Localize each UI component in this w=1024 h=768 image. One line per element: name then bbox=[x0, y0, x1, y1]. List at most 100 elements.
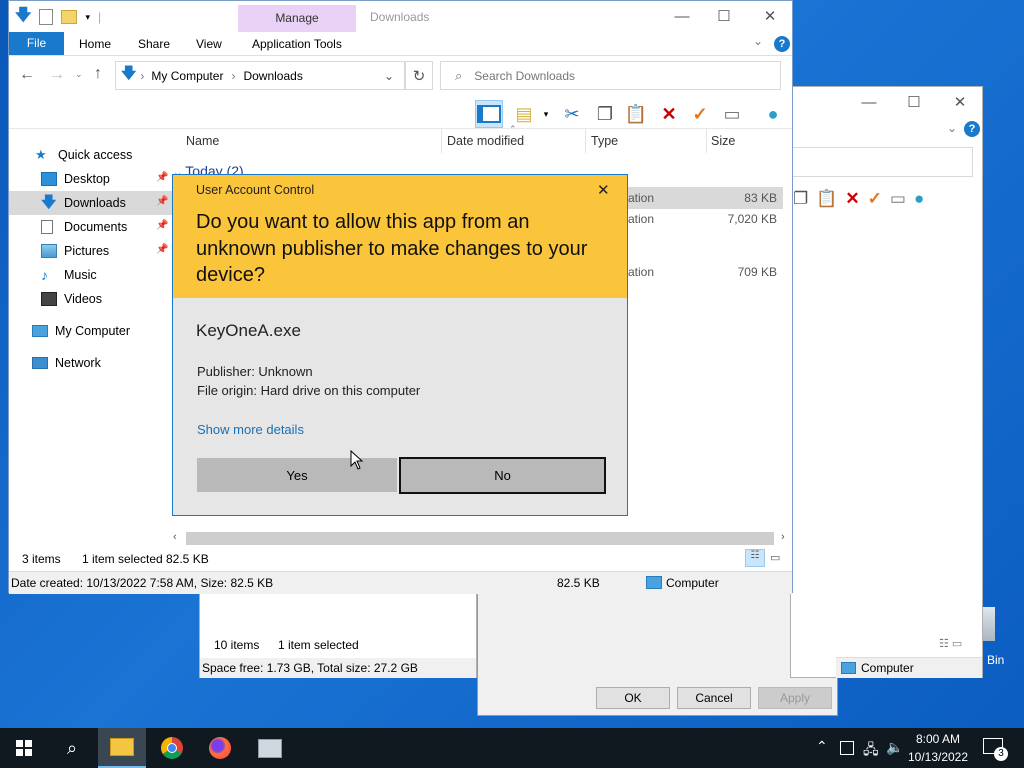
publisher-text: Publisher: Unknown bbox=[197, 364, 313, 379]
preview-pane-icon[interactable] bbox=[475, 100, 503, 128]
checkmark-icon[interactable]: ✓ bbox=[868, 189, 882, 209]
properties-icon[interactable] bbox=[39, 9, 54, 25]
close-icon[interactable]: ✕ bbox=[937, 87, 983, 117]
back-arrow-icon[interactable]: ← bbox=[19, 66, 35, 84]
cancel-button[interactable]: Cancel bbox=[677, 687, 751, 709]
nav-quick-access[interactable]: ★ Quick access bbox=[9, 143, 172, 167]
close-icon[interactable]: ✕ bbox=[597, 181, 610, 199]
yes-button[interactable]: Yes bbox=[197, 458, 397, 492]
tab-view[interactable]: View bbox=[196, 37, 222, 51]
recycle-bin-icon[interactable] bbox=[983, 607, 995, 641]
pin-icon[interactable]: 📌 bbox=[156, 173, 168, 183]
paste-icon[interactable]: 📋 bbox=[816, 189, 837, 209]
column-name[interactable]: Name bbox=[186, 134, 219, 148]
uac-question: Do you want to allow this app from an un… bbox=[196, 211, 588, 286]
cut-icon[interactable]: ✂ bbox=[560, 102, 584, 126]
selected-count: 1 item selected bbox=[278, 638, 359, 652]
column-date-modified[interactable]: Date modified bbox=[447, 134, 524, 148]
nav-network[interactable]: Network bbox=[9, 351, 172, 375]
copy-icon[interactable]: ❐ bbox=[793, 189, 808, 209]
checkmark-icon[interactable]: ✓ bbox=[688, 102, 712, 126]
minimize-icon[interactable]: — bbox=[659, 1, 705, 31]
nav-my-computer[interactable]: My Computer bbox=[9, 319, 172, 343]
recent-dropdown-icon[interactable]: ⌄ bbox=[75, 69, 83, 80]
status-item-count: 3 items bbox=[22, 552, 61, 566]
chevron-down-icon[interactable]: ⌄ bbox=[947, 121, 957, 135]
breadcrumb-my-computer[interactable]: My Computer bbox=[151, 69, 223, 83]
column-size[interactable]: Size bbox=[711, 134, 735, 148]
ok-button[interactable]: OK bbox=[596, 687, 670, 709]
nav-label: Pictures bbox=[64, 244, 110, 258]
details-bar: Computer bbox=[836, 657, 982, 678]
customize-dropdown-icon[interactable]: ▾ bbox=[85, 12, 90, 23]
horizontal-scrollbar[interactable] bbox=[186, 532, 774, 545]
volume-icon[interactable]: 🔈 bbox=[886, 739, 903, 756]
copy-icon[interactable]: ❐ bbox=[593, 102, 617, 126]
clock-date[interactable]: 10/13/2022 bbox=[906, 750, 970, 764]
search-input[interactable]: ⌕ Search Downloads bbox=[440, 61, 781, 90]
close-icon[interactable]: ✕ bbox=[747, 1, 793, 31]
show-more-details-link[interactable]: Show more details bbox=[197, 422, 304, 437]
shell-icon[interactable]: ● bbox=[914, 189, 924, 209]
pin-icon[interactable]: 📌 bbox=[156, 221, 168, 231]
breadcrumb-downloads[interactable]: Downloads bbox=[243, 69, 302, 83]
column-type[interactable]: Type bbox=[591, 134, 618, 148]
tab-share[interactable]: Share bbox=[138, 37, 170, 51]
nav-pictures[interactable]: Pictures 📌 bbox=[9, 239, 172, 263]
refresh-icon[interactable]: ↻ bbox=[405, 61, 433, 90]
tab-file[interactable]: File bbox=[9, 32, 64, 55]
start-windows-icon[interactable] bbox=[0, 728, 48, 768]
minimize-icon[interactable]: — bbox=[846, 87, 892, 117]
recycle-bin-label[interactable]: Bin bbox=[987, 653, 1004, 667]
nav-music[interactable]: ♪ Music bbox=[9, 263, 172, 287]
nav-downloads[interactable]: 🡇 Downloads 📌 bbox=[9, 191, 172, 215]
nav-documents[interactable]: Documents 📌 bbox=[9, 215, 172, 239]
delete-icon[interactable]: ✕ bbox=[845, 189, 859, 209]
nav-desktop[interactable]: Desktop 📌 bbox=[9, 167, 172, 191]
manage-context-tab[interactable]: Manage bbox=[238, 5, 356, 32]
details-view-icon[interactable]: ☷ bbox=[745, 549, 765, 567]
paste-icon[interactable]: 📋 bbox=[624, 102, 648, 126]
maximize-icon[interactable]: ☐ bbox=[891, 87, 937, 117]
delete-icon[interactable]: ✕ bbox=[657, 102, 681, 126]
tray-icon-1[interactable] bbox=[840, 741, 854, 755]
dropdown-icon[interactable]: ▾ bbox=[539, 102, 553, 126]
nav-videos[interactable]: Videos bbox=[9, 287, 172, 311]
clock-time[interactable]: 8:00 AM bbox=[910, 732, 966, 746]
new-folder-icon[interactable] bbox=[61, 10, 78, 24]
back-explorer-right: — ☐ ✕ ⌄ ? ❐ 📋 ✕ ✓ ▭ ● ☷ ▭ Computer bbox=[790, 86, 983, 678]
nav-label: My Computer bbox=[55, 324, 131, 338]
chevron-down-icon[interactable]: ⌄ bbox=[753, 34, 763, 48]
scroll-right-icon[interactable]: › bbox=[781, 531, 785, 543]
firefox-icon[interactable] bbox=[196, 728, 244, 768]
search-box[interactable] bbox=[791, 147, 973, 177]
address-bar[interactable]: 🡇 › My Computer › Downloads ⌄ bbox=[115, 61, 405, 90]
pin-icon[interactable]: 📌 bbox=[156, 197, 168, 207]
tab-home[interactable]: Home bbox=[79, 37, 111, 51]
apply-button[interactable]: Apply bbox=[758, 687, 832, 709]
rename-icon[interactable]: ▭ bbox=[890, 189, 906, 209]
large-icons-view-icon[interactable]: ▭ bbox=[770, 551, 780, 564]
help-icon[interactable]: ? bbox=[964, 121, 980, 137]
rename-icon[interactable]: ▭ bbox=[720, 102, 744, 126]
file-explorer-icon[interactable] bbox=[98, 728, 146, 768]
up-arrow-icon[interactable]: ↑ bbox=[94, 65, 102, 83]
help-icon[interactable]: ? bbox=[774, 36, 790, 52]
chrome-icon[interactable] bbox=[148, 728, 196, 768]
maximize-icon[interactable]: ☐ bbox=[701, 1, 747, 31]
pin-icon[interactable]: 📌 bbox=[156, 245, 168, 255]
scroll-left-icon[interactable]: ‹ bbox=[173, 531, 177, 543]
row-size: 709 KB bbox=[737, 265, 777, 279]
view-icons[interactable]: ☷ ▭ bbox=[939, 637, 962, 650]
app-window-icon[interactable] bbox=[246, 728, 294, 768]
network-tray-icon[interactable]: 🖧 bbox=[863, 739, 879, 763]
new-folder-icon[interactable]: ▤ bbox=[512, 102, 536, 126]
chevron-down-icon[interactable]: ⌄ bbox=[384, 69, 394, 83]
forward-arrow-icon[interactable]: → bbox=[49, 66, 65, 84]
no-button[interactable]: No bbox=[399, 457, 606, 494]
show-hidden-icons-icon[interactable]: ⌃ bbox=[816, 738, 828, 755]
search-icon[interactable]: ⌕ bbox=[48, 728, 96, 768]
down-arrow-icon[interactable]: 🡇 bbox=[15, 4, 31, 31]
tab-application-tools[interactable]: Application Tools bbox=[252, 37, 342, 51]
shell-icon[interactable]: ● bbox=[761, 102, 785, 126]
